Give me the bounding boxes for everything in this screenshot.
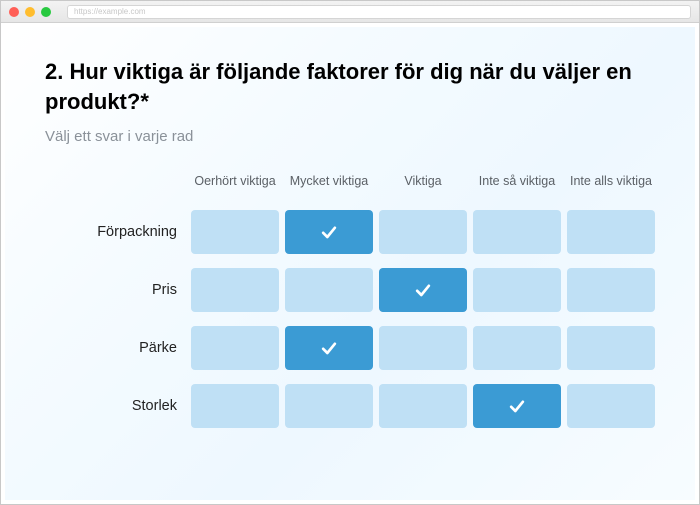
matrix-cell-r1-c4[interactable]	[567, 268, 655, 312]
matrix-cell-r1-c0[interactable]	[191, 268, 279, 312]
matrix-cell-r3-c1[interactable]	[285, 384, 373, 428]
matrix-cell-r2-c3[interactable]	[473, 326, 561, 370]
browser-window: https://example.com 2. Hur viktiga är fö…	[0, 0, 700, 505]
matrix-cell-r2-c2[interactable]	[379, 326, 467, 370]
matrix-cell-r0-c2[interactable]	[379, 210, 467, 254]
matrix-cell-r1-c3[interactable]	[473, 268, 561, 312]
matrix-cell-r3-c3[interactable]	[473, 384, 561, 428]
matrix-cell-r2-c4[interactable]	[567, 326, 655, 370]
col-header-2: Viktiga	[379, 173, 467, 195]
matrix-cell-r0-c0[interactable]	[191, 210, 279, 254]
url-bar[interactable]: https://example.com	[67, 5, 691, 19]
row-label-1: Pris	[45, 282, 185, 298]
titlebar: https://example.com	[1, 1, 699, 23]
row-label-3: Storlek	[45, 398, 185, 414]
url-text: https://example.com	[74, 7, 146, 16]
check-icon	[507, 396, 527, 416]
question-title: 2. Hur viktiga är följande faktorer för …	[45, 57, 655, 116]
check-icon	[319, 338, 339, 358]
check-icon	[319, 222, 339, 242]
maximize-icon[interactable]	[41, 7, 51, 17]
matrix-cell-r0-c1[interactable]	[285, 210, 373, 254]
survey-page: 2. Hur viktiga är följande faktorer för …	[5, 27, 695, 500]
close-icon[interactable]	[9, 7, 19, 17]
row-label-2: Pärke	[45, 340, 185, 356]
matrix-cell-r2-c1[interactable]	[285, 326, 373, 370]
matrix-cell-r2-c0[interactable]	[191, 326, 279, 370]
check-icon	[413, 280, 433, 300]
matrix-cell-r1-c2[interactable]	[379, 268, 467, 312]
minimize-icon[interactable]	[25, 7, 35, 17]
matrix-cell-r3-c0[interactable]	[191, 384, 279, 428]
matrix-cell-r1-c1[interactable]	[285, 268, 373, 312]
matrix-cell-r3-c2[interactable]	[379, 384, 467, 428]
col-header-0: Oerhört viktiga	[191, 173, 279, 195]
col-header-1: Mycket viktiga	[285, 173, 373, 195]
matrix-cell-r0-c4[interactable]	[567, 210, 655, 254]
matrix-grid: Oerhört viktiga Mycket viktiga Viktiga I…	[45, 173, 655, 427]
viewport: 2. Hur viktiga är följande faktorer för …	[1, 23, 699, 504]
col-header-4: Inte alls viktiga	[567, 173, 655, 195]
matrix-cell-r3-c4[interactable]	[567, 384, 655, 428]
question-instruction: Välj ett svar i varje rad	[45, 128, 655, 145]
row-label-0: Förpackning	[45, 224, 185, 240]
matrix-cell-r0-c3[interactable]	[473, 210, 561, 254]
col-header-3: Inte så viktiga	[473, 173, 561, 195]
